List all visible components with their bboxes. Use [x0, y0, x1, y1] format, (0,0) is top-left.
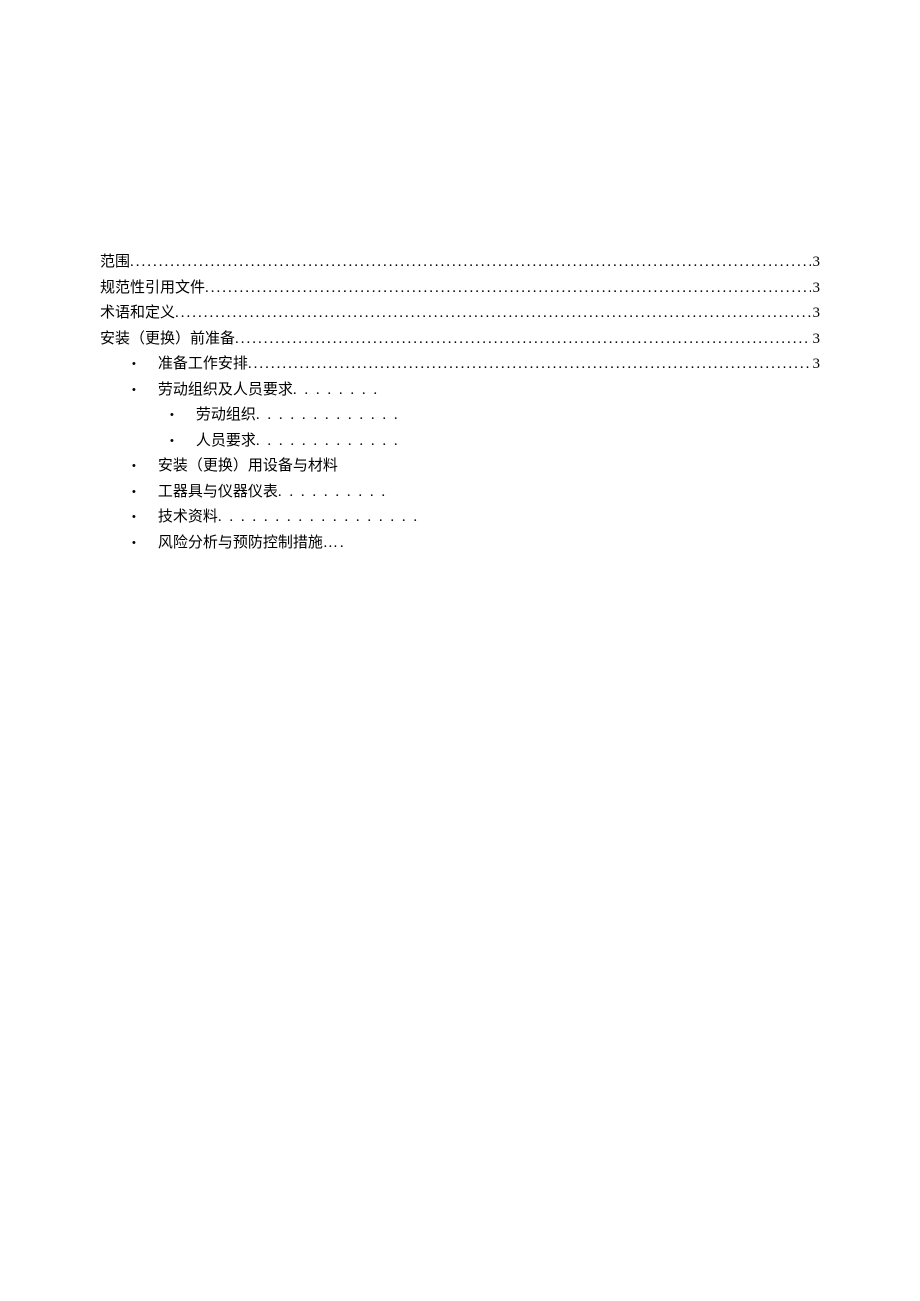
toc-leader — [248, 352, 811, 378]
toc-label: 劳动组织 — [196, 403, 256, 429]
toc-leader-short: . . . . . . . . . . . . . . . . . . — [218, 505, 419, 531]
toc-leader — [235, 327, 810, 353]
toc-leader-short: . . . . . . . . . . . . . — [256, 429, 400, 455]
toc-page: 3 — [811, 250, 821, 276]
bullet-icon: • — [132, 381, 158, 400]
toc-page: 3 — [811, 352, 821, 378]
toc-page: 3 — [811, 301, 821, 327]
toc-label: 范围 — [100, 250, 130, 276]
bullet-icon: • — [132, 483, 158, 502]
bullet-icon: • — [132, 508, 158, 527]
toc-entry: 术语和定义 3 — [100, 301, 820, 327]
toc-label: 规范性引用文件 — [100, 276, 205, 302]
bullet-icon: • — [132, 534, 158, 553]
toc-sub2-entry: • 劳动组织 . . . . . . . . . . . . . — [100, 403, 820, 429]
bullet-icon: • — [132, 457, 158, 476]
bullet-icon: • — [132, 355, 158, 374]
toc-label: 劳动组织及人员要求 — [158, 378, 293, 404]
toc-label: 准备工作安排 — [158, 352, 248, 378]
toc-sub-entry: • 劳动组织及人员要求 . . . . . . . . — [100, 378, 820, 404]
toc-label: 技术资料 — [158, 505, 218, 531]
toc-leader — [130, 250, 810, 276]
bullet-icon: • — [170, 432, 196, 451]
toc-page: 3 — [811, 327, 821, 353]
toc-label: 风险分析与预防控制措施 — [158, 531, 323, 557]
toc-sub-entry: • 技术资料 . . . . . . . . . . . . . . . . .… — [100, 505, 820, 531]
toc-sub-entry: • 工器具与仪器仪表 . . . . . . . . . . — [100, 480, 820, 506]
toc-entry: 范围 3 — [100, 250, 820, 276]
toc-sub-entry: • 准备工作安排 3 — [100, 352, 820, 378]
toc-sub-entry: • 安装（更换）用设备与材料 — [100, 454, 820, 480]
toc-label: 工器具与仪器仪表 — [158, 480, 278, 506]
bullet-icon: • — [170, 406, 196, 425]
toc-leader-short: . . . . . . . . . . . . . — [256, 403, 400, 429]
toc-leader — [205, 276, 810, 302]
toc-entry: 规范性引用文件 3 — [100, 276, 820, 302]
toc-label: 安装（更换）用设备与材料 — [158, 454, 338, 480]
toc-container: 范围 3 规范性引用文件 3 术语和定义 3 安装（更换）前准备 3 • 准备工… — [100, 250, 820, 556]
toc-label: 安装（更换）前准备 — [100, 327, 235, 353]
toc-label: 术语和定义 — [100, 301, 175, 327]
toc-sub-entry: • 风险分析与预防控制措施 …. — [100, 531, 820, 557]
toc-leader-short: . . . . . . . . — [293, 378, 379, 404]
toc-leader-short: . . . . . . . . . . — [278, 480, 387, 506]
toc-leader — [175, 301, 810, 327]
toc-page: 3 — [811, 276, 821, 302]
toc-entry: 安装（更换）前准备 3 — [100, 327, 820, 353]
toc-leader-short: …. — [323, 531, 346, 557]
toc-label: 人员要求 — [196, 429, 256, 455]
toc-sub2-entry: • 人员要求 . . . . . . . . . . . . . — [100, 429, 820, 455]
